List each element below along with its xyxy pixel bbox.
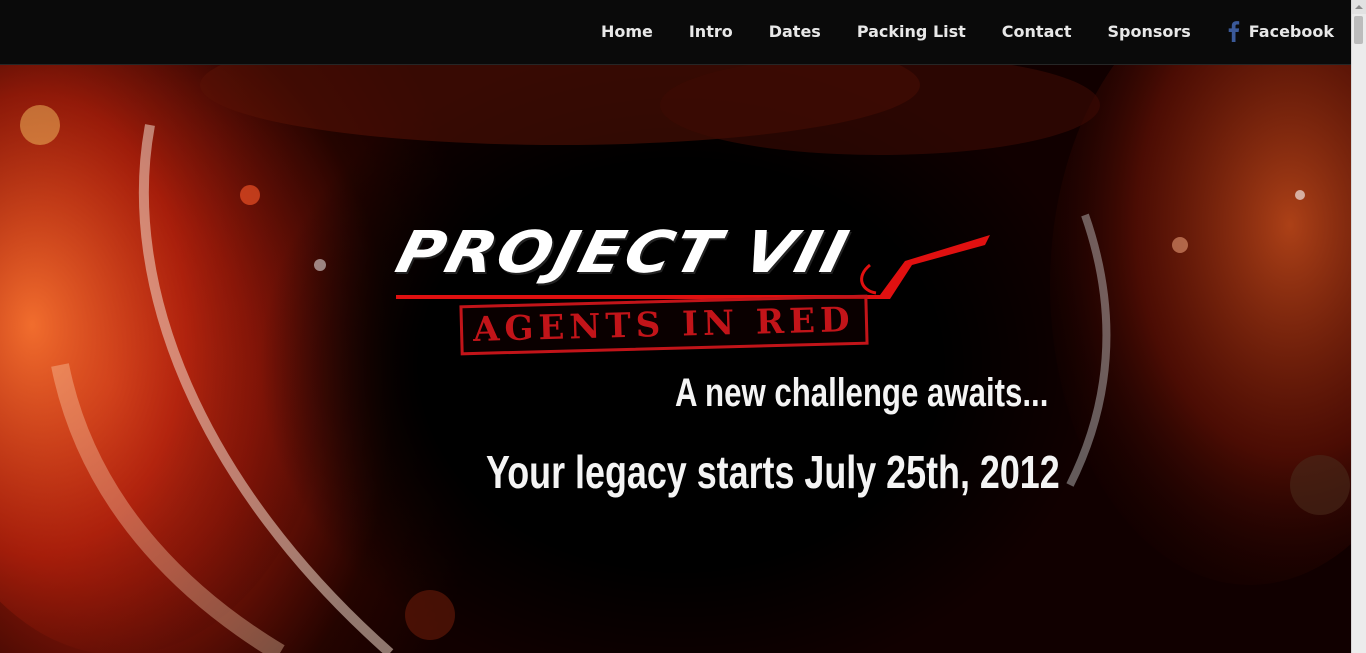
- nav-item-dates[interactable]: Dates: [769, 22, 821, 41]
- scroll-up-arrow-icon[interactable]: [1352, 0, 1366, 14]
- top-navbar: Home Intro Dates Packing List Contact Sp…: [0, 0, 1352, 65]
- nav-item-facebook[interactable]: Facebook: [1227, 20, 1334, 42]
- tagline-legacy-date: Your legacy starts July 25th, 2012: [486, 446, 1060, 498]
- project-logo: PROJECT VII AGENTS IN RED: [389, 220, 992, 360]
- nav-item-intro[interactable]: Intro: [689, 22, 733, 41]
- nav-facebook-label: Facebook: [1248, 21, 1334, 41]
- facebook-icon: [1228, 21, 1239, 42]
- nav-item-sponsors[interactable]: Sponsors: [1108, 22, 1191, 41]
- nav-item-home[interactable]: Home: [601, 22, 653, 41]
- logo-subtitle-stamp: AGENTS IN RED: [459, 294, 869, 356]
- hero-banner: PROJECT VII AGENTS IN RED A new challeng…: [0, 65, 1352, 653]
- vertical-scrollbar[interactable]: [1351, 0, 1366, 653]
- logo-title: PROJECT VII: [389, 220, 857, 287]
- nav-item-packing-list[interactable]: Packing List: [857, 22, 966, 41]
- scroll-thumb[interactable]: [1354, 16, 1363, 44]
- page: Home Intro Dates Packing List Contact Sp…: [0, 0, 1366, 653]
- nav-menu: Home Intro Dates Packing List Contact Sp…: [565, 0, 1334, 62]
- tagline-challenge: A new challenge awaits...: [675, 371, 1049, 415]
- nav-item-contact[interactable]: Contact: [1002, 22, 1072, 41]
